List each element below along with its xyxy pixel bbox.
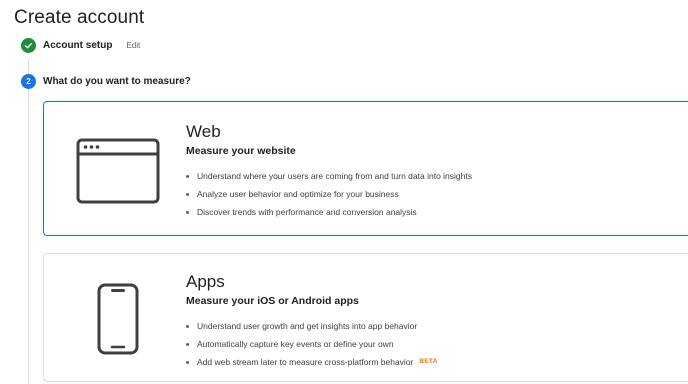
list-item-text: Add web stream later to measure cross-pl… [197,357,414,367]
bullet-icon [186,192,189,196]
step-label: What do you want to measure? [43,76,191,87]
step-number: 2 [26,76,31,86]
bullet-icon [186,174,189,178]
option-title: Web [186,122,221,141]
bullet-icon [186,324,189,328]
option-benefits-list: Understand user growth and get insights … [186,317,438,371]
step-what-to-measure: 2 What do you want to measure? [21,74,191,89]
edit-step-link[interactable]: Edit [126,41,140,50]
browser-window-icon [76,138,160,209]
bullet-icon [186,210,189,214]
mobile-phone-icon [97,283,139,360]
step-complete-check-icon [21,38,36,53]
list-item: Analyze user behavior and optimize for y… [186,185,472,203]
bullet-icon [186,342,189,346]
step-account-setup: Account setup Edit [21,38,140,53]
list-item-text: Automatically capture key events or defi… [197,339,394,349]
create-account-page: Create account Account setup Edit 2 What… [0,0,688,384]
option-subtitle: Measure your website [186,145,296,157]
list-item: Automatically capture key events or defi… [186,335,438,353]
apps-option-content: Apps Measure your iOS or Android apps Un… [186,272,438,371]
option-benefits-list: Understand where your users are coming f… [186,167,472,221]
list-item-text: Understand where your users are coming f… [197,171,472,181]
list-item-text: Discover trends with performance and con… [197,207,417,217]
list-item-text: Analyze user behavior and optimize for y… [197,189,399,199]
stepper-line [28,60,29,384]
list-item: Add web stream later to measure cross-pl… [186,353,438,371]
bullet-icon [186,360,189,364]
list-item: Understand user growth and get insights … [186,317,438,335]
option-subtitle: Measure your iOS or Android apps [186,295,359,307]
list-item: Understand where your users are coming f… [186,167,472,185]
page-title: Create account [14,7,145,28]
step-number-badge: 2 [21,74,36,89]
web-option-content: Web Measure your website Understand wher… [186,122,472,221]
step-label: Account setup [43,40,113,51]
web-option-card[interactable]: Web Measure your website Understand wher… [43,101,688,236]
beta-badge: BETA [419,358,438,365]
list-item: Discover trends with performance and con… [186,203,472,221]
apps-option-card[interactable]: Apps Measure your iOS or Android apps Un… [43,253,688,382]
check-icon [24,42,33,49]
list-item-text: Understand user growth and get insights … [197,321,418,331]
option-title: Apps [186,272,225,291]
